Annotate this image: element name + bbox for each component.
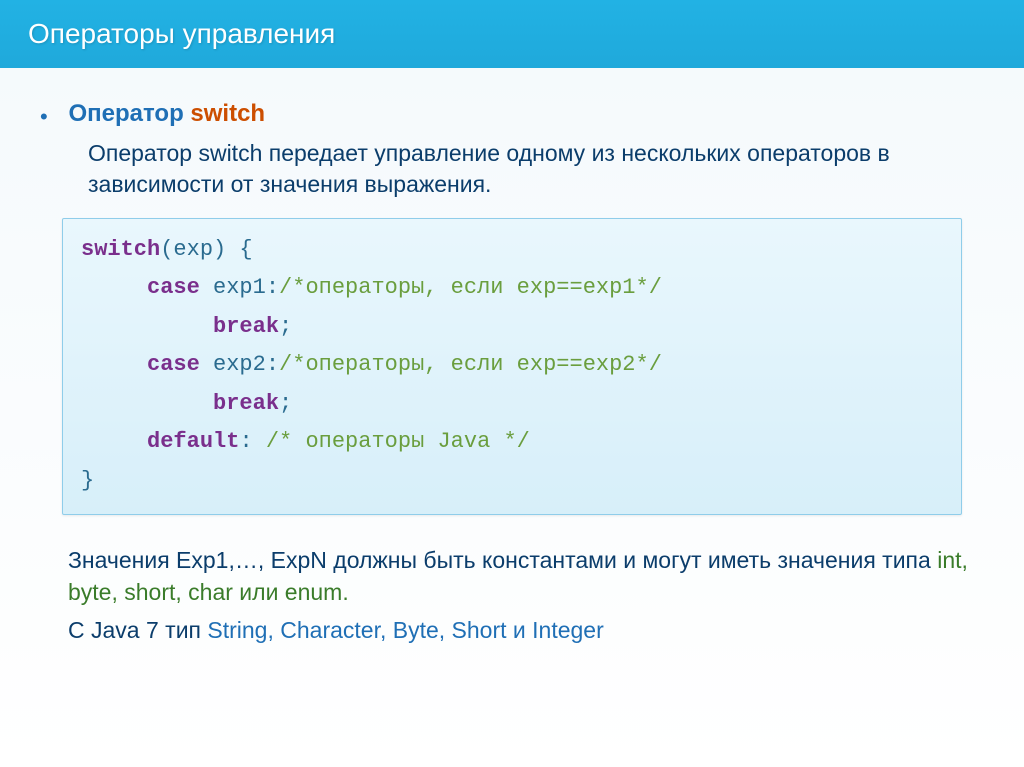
kw-break: break — [213, 314, 279, 339]
note-text: Значения Exp1,…, ExpN должны быть конста… — [68, 547, 937, 573]
code-comment: /*операторы, если exp==exp1*/ — [279, 275, 662, 300]
slide: Операторы управления Оператор switch Опе… — [0, 0, 1024, 767]
code-text: (exp) { — [160, 237, 252, 262]
bottom-notes: Значения Exp1,…, ExpN должны быть конста… — [0, 515, 1024, 646]
note-1: Значения Exp1,…, ExpN должны быть конста… — [68, 545, 976, 608]
code-text: exp1: — [200, 275, 279, 300]
kw-case: case — [147, 352, 200, 377]
kw-switch: switch — [81, 237, 160, 262]
code-text: : — [239, 429, 265, 454]
kw-case: case — [147, 275, 200, 300]
content-area: Оператор switch Оператор switch передает… — [0, 68, 1024, 515]
operator-description: Оператор switch передает управление одно… — [64, 138, 976, 200]
kw-break: break — [213, 391, 279, 416]
code-pad — [81, 275, 147, 300]
title-bar: Операторы управления — [0, 0, 1024, 68]
kw-default: default — [147, 429, 239, 454]
note-2: С Java 7 тип String, Character, Byte, Sh… — [68, 615, 976, 647]
code-text: ; — [279, 314, 292, 339]
code-pad — [81, 429, 147, 454]
operator-label: Оператор switch — [68, 100, 265, 127]
code-block: switch(exp) { case exp1:/*операторы, есл… — [62, 218, 962, 516]
code-pad — [81, 314, 213, 339]
note-text: С Java 7 тип — [68, 617, 207, 643]
code-comment: /*операторы, если exp==exp2*/ — [279, 352, 662, 377]
code-text: ; — [279, 391, 292, 416]
code-comment: /* операторы Java */ — [266, 429, 530, 454]
code-pad — [81, 352, 147, 377]
code-text: exp2: — [200, 352, 279, 377]
page-title: Операторы управления — [28, 18, 335, 50]
operator-name: Оператор — [68, 100, 190, 127]
type-list: String, Character, Byte, Short и Integer — [207, 617, 603, 643]
operator-keyword: switch — [190, 100, 265, 127]
operator-item: Оператор switch Оператор switch передает… — [64, 100, 976, 200]
code-pad — [81, 391, 213, 416]
operator-list: Оператор switch Оператор switch передает… — [48, 100, 976, 200]
code-text: } — [81, 468, 94, 493]
